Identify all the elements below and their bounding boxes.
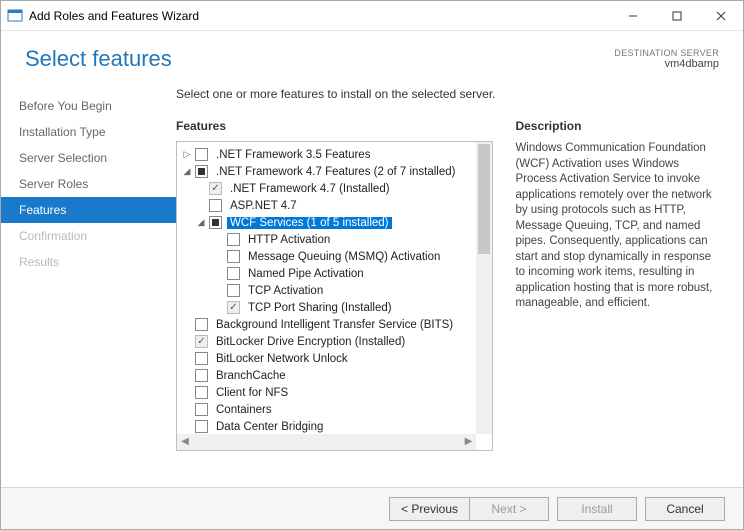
- next-button[interactable]: Next >: [469, 497, 549, 521]
- tree-node-label: Background Intelligent Transfer Service …: [213, 319, 456, 331]
- tree-node[interactable]: Background Intelligent Transfer Service …: [179, 316, 474, 333]
- tree-node-label: ASP.NET 4.7: [227, 200, 300, 212]
- horizontal-scrollbar[interactable]: ◀ ▶: [177, 434, 476, 450]
- tree-node[interactable]: Message Queuing (MSMQ) Activation: [179, 248, 474, 265]
- description-text: Windows Communication Foundation (WCF) A…: [515, 141, 723, 312]
- wizard-footer: < Previous Next > Install Cancel: [1, 487, 743, 529]
- tree-node[interactable]: BitLocker Drive Encryption (Installed): [179, 333, 474, 350]
- close-button[interactable]: [699, 1, 743, 31]
- tree-node-label: Data Center Bridging: [213, 421, 326, 433]
- tree-node-label: TCP Activation: [245, 285, 326, 297]
- tree-node-label: BranchCache: [213, 370, 289, 382]
- checkbox[interactable]: [209, 216, 222, 229]
- destination-label: DESTINATION SERVER: [614, 48, 719, 58]
- tree-node-label: .NET Framework 4.7 Features (2 of 7 inst…: [213, 166, 458, 178]
- tree-node-label: BitLocker Drive Encryption (Installed): [213, 336, 408, 348]
- checkbox[interactable]: [195, 318, 208, 331]
- checkbox[interactable]: [227, 301, 240, 314]
- tree-node-label: .NET Framework 4.7 (Installed): [227, 183, 393, 195]
- previous-button[interactable]: < Previous: [389, 497, 469, 521]
- tree-node-label: Message Queuing (MSMQ) Activation: [245, 251, 443, 263]
- instruction-text: Select one or more features to install o…: [176, 87, 723, 101]
- tree-node[interactable]: Containers: [179, 401, 474, 418]
- features-tree[interactable]: ▷ .NET Framework 3.5 Features ◢ .NET Framew…: [176, 141, 493, 451]
- minimize-button[interactable]: [611, 1, 655, 31]
- destination-server-name: vm4dbamp: [614, 58, 719, 70]
- install-button[interactable]: Install: [557, 497, 637, 521]
- checkbox[interactable]: [195, 148, 208, 161]
- tree-node[interactable]: BitLocker Network Unlock: [179, 350, 474, 367]
- cancel-button[interactable]: Cancel: [645, 497, 725, 521]
- nav-item-installation-type[interactable]: Installation Type: [1, 119, 176, 145]
- vertical-scrollbar[interactable]: [476, 142, 492, 434]
- tree-node[interactable]: TCP Activation: [179, 282, 474, 299]
- tree-node[interactable]: Client for NFS: [179, 384, 474, 401]
- tree-node[interactable]: ▷ .NET Framework 3.5 Features: [179, 146, 474, 163]
- tree-node[interactable]: .NET Framework 4.7 (Installed): [179, 180, 474, 197]
- nav-item-results: Results: [1, 249, 176, 275]
- tree-node-label: Named Pipe Activation: [245, 268, 367, 280]
- collapse-icon[interactable]: ◢: [181, 166, 193, 177]
- checkbox[interactable]: [227, 284, 240, 297]
- tree-node[interactable]: ASP.NET 4.7: [179, 197, 474, 214]
- maximize-button[interactable]: [655, 1, 699, 31]
- checkbox[interactable]: [195, 403, 208, 416]
- nav-item-server-roles[interactable]: Server Roles: [1, 171, 176, 197]
- nav-item-features[interactable]: Features: [1, 197, 176, 223]
- nav-item-before-you-begin[interactable]: Before You Begin: [1, 93, 176, 119]
- wizard-header: Select features DESTINATION SERVER vm4db…: [1, 31, 743, 87]
- checkbox[interactable]: [195, 386, 208, 399]
- checkbox[interactable]: [195, 352, 208, 365]
- tree-node-label: .NET Framework 3.5 Features: [213, 149, 373, 161]
- tree-node-label: TCP Port Sharing (Installed): [245, 302, 395, 314]
- nav-item-confirmation: Confirmation: [1, 223, 176, 249]
- page-title: Select features: [25, 46, 614, 72]
- checkbox[interactable]: [227, 267, 240, 280]
- checkbox[interactable]: [195, 369, 208, 382]
- window-title: Add Roles and Features Wizard: [29, 9, 611, 23]
- tree-node[interactable]: Data Center Bridging: [179, 418, 474, 434]
- tree-node[interactable]: HTTP Activation: [179, 231, 474, 248]
- wizard-steps-sidebar: Before You BeginInstallation TypeServer …: [1, 87, 176, 487]
- tree-node-label: Client for NFS: [213, 387, 291, 399]
- checkbox[interactable]: [227, 250, 240, 263]
- collapse-icon[interactable]: ◢: [195, 217, 207, 228]
- checkbox[interactable]: [209, 199, 222, 212]
- tree-node-label: WCF Services (1 of 5 installed): [227, 217, 392, 229]
- checkbox[interactable]: [227, 233, 240, 246]
- features-column-header: Features: [176, 119, 493, 133]
- tree-node[interactable]: TCP Port Sharing (Installed): [179, 299, 474, 316]
- tree-node-label: BitLocker Network Unlock: [213, 353, 351, 365]
- app-icon: [7, 8, 23, 24]
- tree-node[interactable]: ◢ .NET Framework 4.7 Features (2 of 7 ins…: [179, 163, 474, 180]
- scroll-thumb[interactable]: [478, 144, 490, 254]
- tree-node-label: HTTP Activation: [245, 234, 333, 246]
- titlebar: Add Roles and Features Wizard: [1, 1, 743, 31]
- checkbox[interactable]: [209, 182, 222, 195]
- tree-node-label: Containers: [213, 404, 275, 416]
- expand-icon[interactable]: ▷: [181, 149, 193, 160]
- destination-server-box: DESTINATION SERVER vm4dbamp: [614, 48, 719, 70]
- checkbox[interactable]: [195, 165, 208, 178]
- tree-node[interactable]: ◢ WCF Services (1 of 5 installed): [179, 214, 474, 231]
- checkbox[interactable]: [195, 420, 208, 433]
- scroll-left-icon[interactable]: ◀: [179, 436, 191, 448]
- tree-node[interactable]: Named Pipe Activation: [179, 265, 474, 282]
- description-column-header: Description: [515, 119, 723, 133]
- scroll-right-icon[interactable]: ▶: [462, 436, 474, 448]
- nav-item-server-selection[interactable]: Server Selection: [1, 145, 176, 171]
- checkbox[interactable]: [195, 335, 208, 348]
- tree-node[interactable]: BranchCache: [179, 367, 474, 384]
- window-controls: [611, 1, 743, 31]
